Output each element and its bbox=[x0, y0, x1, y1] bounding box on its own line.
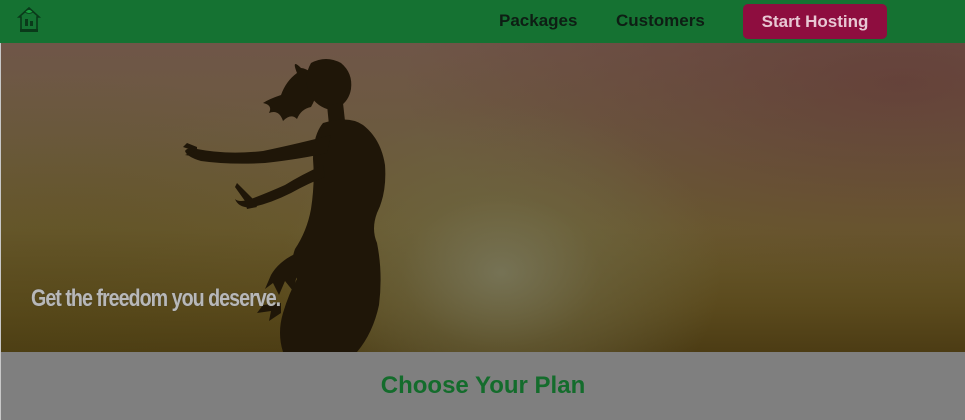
hero-banner: Get the freedom you deserve. bbox=[1, 43, 965, 352]
nav-link-customers[interactable]: Customers bbox=[616, 11, 705, 31]
house-leaf-logo-icon[interactable] bbox=[16, 6, 42, 33]
hero-tagline: Get the freedom you deserve. bbox=[31, 285, 281, 312]
navbar: Packages Customers Start Hosting bbox=[0, 0, 965, 43]
nav-link-packages[interactable]: Packages bbox=[499, 11, 577, 31]
plans-section: Choose Your Plan bbox=[1, 352, 965, 420]
plans-section-title: Choose Your Plan bbox=[380, 372, 586, 399]
start-hosting-button[interactable]: Start Hosting bbox=[743, 4, 887, 39]
